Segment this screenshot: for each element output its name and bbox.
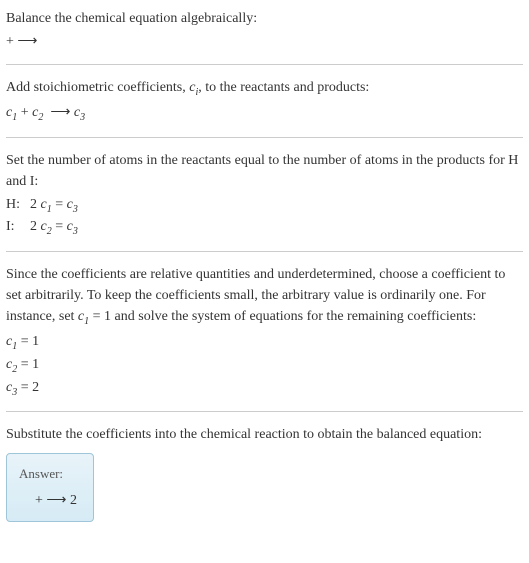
section-solve: Since the coefficients are relative quan…: [6, 264, 523, 399]
substitute-line1: Substitute the coefficients into the che…: [6, 424, 523, 445]
intro-plus: +: [6, 34, 17, 49]
answer-equation: + ⟶ 2: [19, 490, 77, 511]
atom-eq-sign: =: [52, 197, 67, 212]
solve-text-b: = 1 and solve the system of equations fo…: [89, 309, 476, 324]
answer-suffix: 2: [66, 493, 77, 508]
divider: [6, 137, 523, 138]
answer-box: Answer: + ⟶ 2: [6, 453, 94, 522]
atoms-equations: H: 2 c1 = c3 I: 2 c2 = c3: [6, 194, 84, 240]
atom-label: I:: [6, 216, 30, 239]
atom-lhs-coef: 2: [30, 197, 41, 212]
section-substitute: Substitute the coefficients into the che…: [6, 424, 523, 445]
answer-label: Answer:: [19, 464, 77, 484]
stoich-text-a: Add stoichiometric coefficients,: [6, 80, 189, 95]
stoich-line1: Add stoichiometric coefficients, ci, to …: [6, 77, 523, 100]
atom-lhs-coef: 2: [30, 219, 41, 234]
atom-eq: 2 c1 = c3: [30, 194, 84, 217]
arrow-icon: ⟶: [50, 105, 70, 120]
coef-item: c3 = 2: [6, 377, 523, 400]
coef-val: = 1: [17, 357, 39, 372]
section-balance-intro: Balance the chemical equation algebraica…: [6, 8, 523, 52]
atom-eq-sign: =: [52, 219, 67, 234]
divider: [6, 64, 523, 65]
atoms-line1: Set the number of atoms in the reactants…: [6, 150, 523, 192]
coef-item: c1 = 1: [6, 331, 523, 354]
coef-val: = 2: [17, 380, 39, 395]
section-stoichiometric: Add stoichiometric coefficients, ci, to …: [6, 77, 523, 125]
atom-rhs-sub: 3: [73, 226, 78, 237]
atom-eq: 2 c2 = c3: [30, 216, 84, 239]
atom-rhs-sub: 3: [73, 203, 78, 214]
intro-eq: + ⟶: [6, 31, 523, 52]
coef-item: c2 = 1: [6, 354, 523, 377]
arrow-icon: ⟶: [46, 493, 66, 508]
divider: [6, 411, 523, 412]
stoich-plus: +: [17, 105, 32, 120]
atom-label: H:: [6, 194, 30, 217]
coef-val: = 1: [17, 334, 39, 349]
stoich-text-b: , to the reactants and products:: [198, 80, 369, 95]
c2-sub: 2: [38, 112, 43, 123]
divider: [6, 251, 523, 252]
intro-line1: Balance the chemical equation algebraica…: [6, 8, 523, 29]
arrow-icon: ⟶: [17, 34, 37, 49]
section-atoms: Set the number of atoms in the reactants…: [6, 150, 523, 240]
atom-row: H: 2 c1 = c3: [6, 194, 84, 217]
stoich-eq: c1 + c2 ⟶ c3: [6, 102, 523, 125]
atom-row: I: 2 c2 = c3: [6, 216, 84, 239]
c3-sub: 3: [80, 112, 85, 123]
solve-line1: Since the coefficients are relative quan…: [6, 264, 523, 329]
answer-plus: +: [35, 493, 46, 508]
coef-list: c1 = 1 c2 = 1 c3 = 2: [6, 331, 523, 399]
